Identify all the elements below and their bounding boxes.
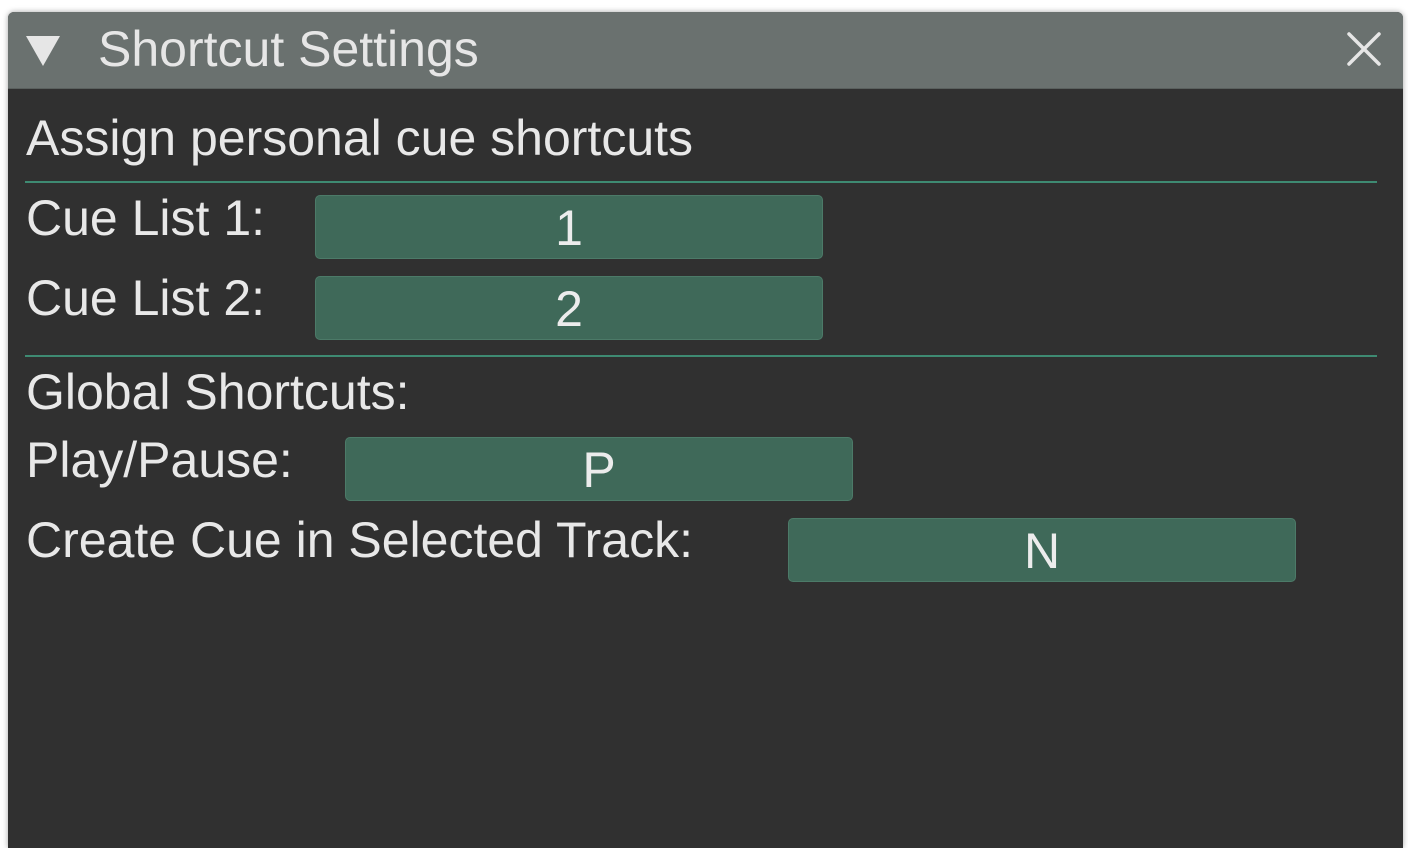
close-icon[interactable] xyxy=(1347,32,1381,66)
section-heading: Assign personal cue shortcuts xyxy=(26,110,694,166)
triangle-down-icon[interactable] xyxy=(26,36,60,66)
separator xyxy=(25,181,1377,183)
cue-list-2-label: Cue List 2: xyxy=(26,270,266,326)
shortcut-settings-window: Shortcut Settings Assign personal cue sh… xyxy=(8,12,1403,848)
global-shortcuts-heading: Global Shortcuts: xyxy=(26,364,410,420)
cue-list-1-key-field[interactable]: 1 xyxy=(315,195,823,259)
create-cue-key-field[interactable]: N xyxy=(788,518,1296,582)
title-bar[interactable]: Shortcut Settings xyxy=(8,12,1403,89)
separator xyxy=(25,355,1377,357)
play-pause-label: Play/Pause: xyxy=(26,432,293,488)
cue-list-2-key-field[interactable]: 2 xyxy=(315,276,823,340)
window-title: Shortcut Settings xyxy=(98,21,479,77)
play-pause-key-field[interactable]: P xyxy=(345,437,853,501)
create-cue-label: Create Cue in Selected Track: xyxy=(26,512,693,568)
cue-list-1-label: Cue List 1: xyxy=(26,190,266,246)
